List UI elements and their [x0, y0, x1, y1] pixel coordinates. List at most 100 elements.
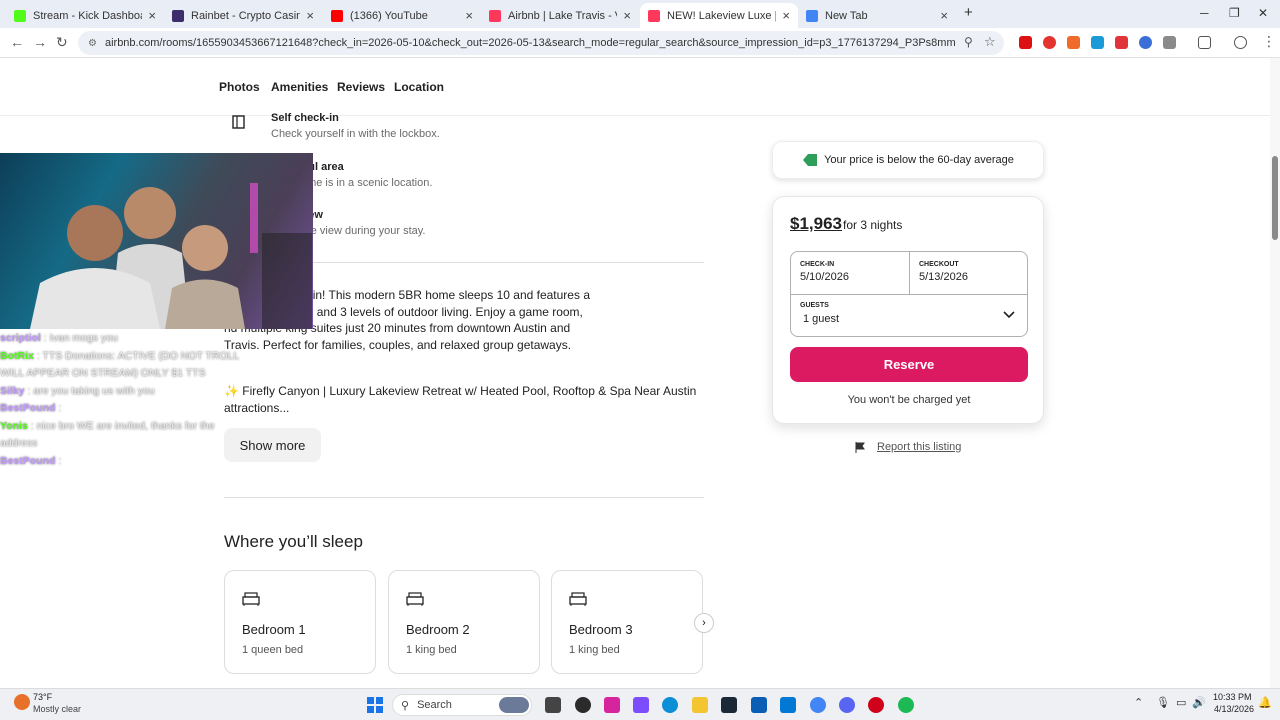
forward-icon[interactable]: →: [33, 34, 47, 50]
extensions-puzzle-icon[interactable]: [1163, 36, 1176, 49]
chevron-down-icon[interactable]: [1003, 311, 1015, 319]
search-icon: ⚲: [401, 699, 410, 712]
weather-temp[interactable]: 73°F: [33, 692, 52, 702]
chat-username[interactable]: Yonis: [0, 420, 28, 432]
tab-title: New Tab: [825, 9, 868, 22]
carousel-next-icon[interactable]: ›: [694, 613, 714, 633]
windows-taskbar: 73°F Mostly clear ⚲ Search ⌃ 🎙 ▭ 🔊 10:33…: [0, 688, 1280, 720]
nav-photos[interactable]: Photos: [219, 80, 260, 94]
nav-reviews[interactable]: Reviews: [337, 80, 385, 94]
address-bar[interactable]: ⚙ airbnb.com/rooms/1655903453667121648?c…: [78, 31, 1004, 55]
copilot-icon[interactable]: [633, 697, 649, 713]
total-price[interactable]: $1,963: [790, 214, 842, 234]
bedroom-name: Bedroom 1: [242, 622, 306, 637]
chat-separator: :: [24, 384, 34, 397]
profile-icon[interactable]: [1234, 36, 1247, 49]
tab-title: NEW! Lakeview Luxe | Pool, Spa: [667, 9, 777, 22]
clock-date[interactable]: 4/13/2026: [1214, 704, 1254, 714]
zoom-icon[interactable]: ⚲: [964, 35, 973, 49]
file-explorer-icon[interactable]: [692, 697, 708, 713]
taskbar-app-icon[interactable]: [575, 697, 591, 713]
weather-icon[interactable]: [14, 694, 30, 710]
price-banner: Your price is below the 60-day average: [772, 141, 1044, 179]
price-banner-text: Your price is below the 60-day average: [824, 154, 1014, 166]
browser-tab[interactable]: Airbnb | Lake Travis - Vacation Rentals ×: [481, 3, 639, 28]
extension-icon[interactable]: [1139, 36, 1152, 49]
mail-icon[interactable]: [780, 697, 796, 713]
reload-icon[interactable]: ↻: [56, 34, 68, 51]
chat-separator: :: [55, 454, 62, 467]
browser-tab[interactable]: (1366) YouTube ×: [323, 3, 481, 28]
lockbox-icon: [232, 115, 245, 129]
subtitle-line: ✨ Firefly Canyon | Luxury Lakeview Retre…: [224, 384, 697, 398]
taskbar-search[interactable]: ⚲ Search: [392, 694, 532, 716]
close-tab-icon[interactable]: ×: [148, 8, 156, 23]
bed-icon: [569, 592, 587, 606]
tray-chevron-icon[interactable]: ⌃: [1134, 696, 1143, 709]
volume-icon[interactable]: 🔊: [1192, 696, 1206, 709]
steam-icon[interactable]: [721, 697, 737, 713]
date-divider: [909, 252, 910, 294]
bookmark-star-icon[interactable]: ☆: [984, 34, 996, 50]
page-scrollbar[interactable]: [1270, 58, 1280, 688]
extension-icon[interactable]: [1115, 36, 1128, 49]
side-panel-icon[interactable]: [1198, 36, 1211, 49]
back-icon[interactable]: ←: [10, 34, 24, 50]
close-tab-icon[interactable]: ×: [782, 8, 790, 23]
close-tab-icon[interactable]: ×: [306, 8, 314, 23]
extension-icon[interactable]: [1043, 36, 1056, 49]
minimize-icon[interactable]: ─: [1200, 6, 1209, 20]
extension-icon[interactable]: [1067, 36, 1080, 49]
spotify-icon[interactable]: [898, 697, 914, 713]
stream-chat-overlay: scriptiol : Ivan mogs you BotRix : TTS Do…: [0, 330, 250, 480]
clock-time[interactable]: 10:33 PM: [1213, 692, 1252, 702]
close-tab-icon[interactable]: ×: [465, 8, 473, 23]
chat-username[interactable]: BestPound: [0, 402, 55, 414]
scrollbar-thumb[interactable]: [1272, 156, 1278, 240]
date-guest-picker: CHECK-IN 5/10/2026 CHECKOUT 5/13/2026 GU…: [790, 251, 1028, 337]
instagram-icon[interactable]: [604, 697, 620, 713]
reserve-button[interactable]: Reserve: [790, 347, 1028, 382]
restore-icon[interactable]: ❐: [1229, 6, 1240, 20]
new-tab-button[interactable]: +: [964, 4, 973, 21]
edge-icon[interactable]: [662, 697, 678, 713]
kick-icon: [14, 9, 26, 22]
task-view-icon[interactable]: [545, 697, 561, 713]
windows-start-icon[interactable]: [367, 697, 383, 713]
chat-username[interactable]: BotRix: [0, 350, 34, 362]
browser-tab[interactable]: Stream - Kick Dashboard ×: [6, 3, 164, 28]
nav-location[interactable]: Location: [394, 80, 444, 94]
listing-subtitle: ✨ Firefly Canyon | Luxury Lakeview Retre…: [224, 383, 704, 416]
bedroom-beds: 1 queen bed: [242, 644, 304, 656]
report-listing-link[interactable]: Report this listing: [855, 441, 961, 453]
bedroom-card[interactable]: Bedroom 1 1 queen bed: [224, 570, 376, 674]
weather-desc[interactable]: Mostly clear: [33, 704, 81, 714]
taskbar-app-icon[interactable]: [751, 697, 767, 713]
discord-icon[interactable]: [839, 697, 855, 713]
extension-icon[interactable]: [1019, 36, 1032, 49]
taskbar-search-label: Search: [417, 699, 452, 711]
bedroom-card[interactable]: Bedroom 3 1 king bed: [551, 570, 703, 674]
chat-username[interactable]: Silky: [0, 385, 25, 397]
menu-dots-icon[interactable]: ⋮: [1262, 33, 1276, 50]
bedroom-card[interactable]: Bedroom 2 1 king bed: [388, 570, 540, 674]
notification-icon[interactable]: 🔔: [1258, 696, 1272, 709]
chrome-icon[interactable]: [810, 697, 826, 713]
close-tab-icon[interactable]: ×: [940, 8, 948, 23]
chat-username[interactable]: scriptiol: [0, 332, 41, 344]
close-window-icon[interactable]: ✕: [1258, 6, 1268, 20]
no-charge-note: You won't be charged yet: [847, 394, 971, 406]
chat-username[interactable]: BestPound: [0, 455, 55, 467]
bedroom-beds: 1 king bed: [406, 644, 457, 656]
site-info-icon[interactable]: ⚙: [88, 38, 97, 49]
browser-tab[interactable]: New Tab ×: [798, 3, 956, 28]
description-line: Travis. Perfect for families, couples, a…: [224, 337, 572, 352]
taskbar-app-icon[interactable]: [868, 697, 884, 713]
extension-icon[interactable]: [1091, 36, 1104, 49]
nav-amenities[interactable]: Amenities: [271, 80, 328, 94]
microphone-icon[interactable]: 🎙: [1156, 696, 1170, 709]
browser-tab[interactable]: Rainbet - Crypto Casino & Sports ×: [164, 3, 322, 28]
network-icon[interactable]: ▭: [1176, 696, 1186, 709]
close-tab-icon[interactable]: ×: [623, 8, 631, 23]
browser-tab[interactable]: NEW! Lakeview Luxe | Pool, Spa ×: [640, 3, 798, 28]
